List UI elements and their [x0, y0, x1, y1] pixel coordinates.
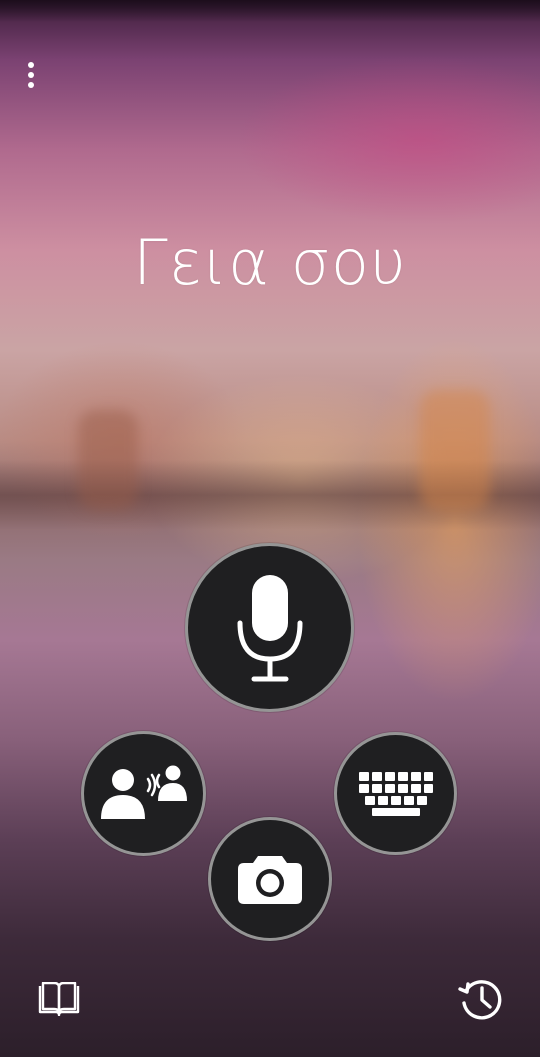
keyboard-input-button[interactable] [334, 732, 457, 855]
more-vertical-icon-dot [28, 82, 34, 88]
camera-icon [238, 856, 302, 904]
greeting-text: Γεια σου [133, 226, 407, 299]
conversation-icon [100, 765, 187, 819]
voice-translate-button[interactable] [185, 543, 354, 712]
translator-screen: Γεια σου [0, 0, 540, 1057]
more-vertical-icon-dot [28, 72, 34, 78]
phrasebook-icon [38, 982, 80, 1016]
overflow-menu-button[interactable] [16, 56, 46, 94]
keyboard-icon [358, 771, 433, 816]
camera-translate-button[interactable] [208, 817, 332, 941]
more-vertical-icon [28, 62, 34, 68]
status-bar-shade [0, 0, 540, 22]
microphone-icon [237, 574, 302, 681]
background-pillar-left [78, 410, 138, 510]
background-pillar-right [420, 390, 490, 510]
history-button[interactable] [456, 974, 506, 1024]
conversation-mode-button[interactable] [81, 731, 206, 856]
history-icon [458, 980, 502, 1020]
phrasebook-button[interactable] [36, 979, 82, 1019]
